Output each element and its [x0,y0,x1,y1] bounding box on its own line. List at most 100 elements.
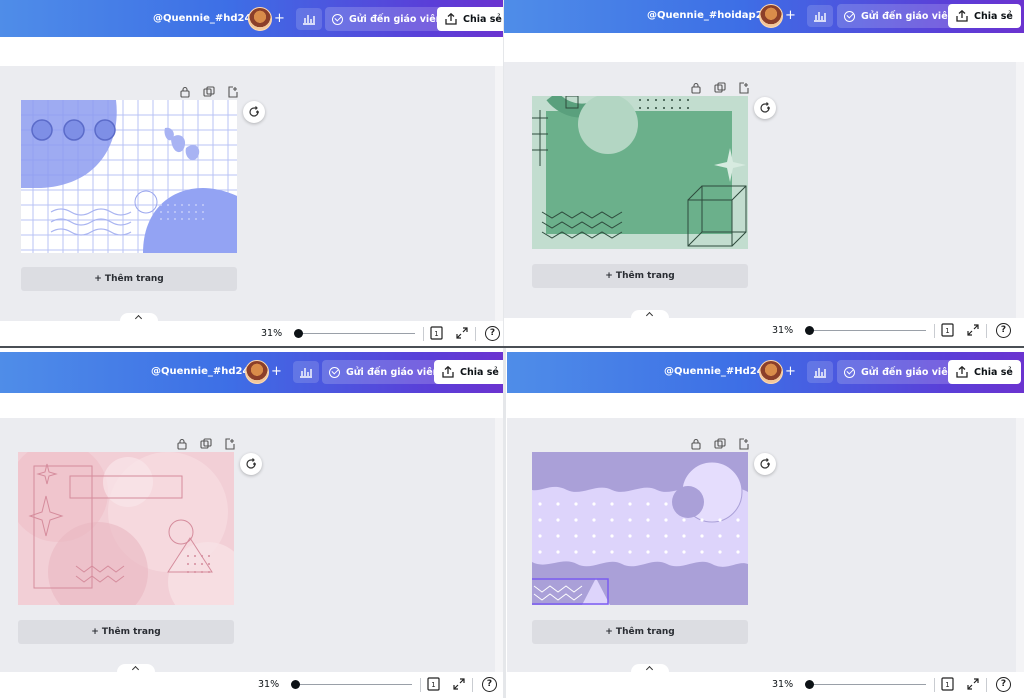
add-page-icon[interactable] [738,435,750,450]
add-page-button[interactable]: + Thêm trang [532,264,748,288]
page-count: 1 [945,327,949,335]
help-icon[interactable]: ? [996,677,1011,692]
avatar[interactable] [759,4,783,28]
zoom-slider-track[interactable] [297,333,415,334]
plus-icon[interactable]: + [785,9,796,22]
pages-icon[interactable]: 1 [941,677,954,691]
plus-icon[interactable]: + [274,12,285,25]
username-label: @Quennie_#hd247 [153,13,259,24]
refresh-icon [246,458,256,469]
canvas-area: + Thêm trang [504,62,1016,318]
add-page-icon[interactable] [227,83,239,98]
share-icon [956,366,968,378]
panel-2: @Quennie_#hoidap247 + Gửi đến giáo viên … [504,0,1024,346]
expand-icon[interactable] [967,324,979,336]
insights-icon [303,15,315,25]
design-page-green-geometric[interactable] [532,96,748,249]
zoom-slider-handle[interactable] [805,326,814,335]
zoom-slider-handle[interactable] [294,329,303,338]
design-page-lavender-waves[interactable] [532,452,748,605]
panel-1: @Quennie_#hd247 + Gửi đến giáo viên Chia… [0,0,503,346]
zoom-percentage: 31% [261,328,283,339]
top-bar: @Quennie_#Hd247 + Gửi đến giáo viên Chia… [507,352,1024,393]
expand-icon[interactable] [456,327,468,339]
help-icon[interactable]: ? [482,677,497,692]
avatar[interactable] [759,360,783,384]
send-to-teacher-button[interactable]: Gửi đến giáo viên [322,360,447,384]
share-button[interactable]: Chia sẻ [434,360,503,384]
share-label: Chia sẻ [974,10,1013,22]
collapse-toggle[interactable] [631,310,669,318]
collapse-toggle[interactable] [120,313,158,321]
lock-icon[interactable] [690,435,702,450]
zoom-slider-handle[interactable] [291,680,300,689]
insights-button[interactable] [296,8,322,30]
regenerate-button[interactable] [754,97,776,119]
insights-icon [814,368,826,378]
add-page-icon[interactable] [738,79,750,94]
collapse-toggle[interactable] [117,664,155,672]
collapse-toggle[interactable] [631,664,669,672]
share-button[interactable]: Chia sẻ [948,4,1021,28]
lock-icon[interactable] [179,83,191,98]
insights-button[interactable] [807,361,833,383]
separator [423,327,424,341]
check-circle-icon [332,13,343,25]
send-to-teacher-button[interactable]: Gửi đến giáo viên [325,7,450,31]
share-label: Chia sẻ [463,13,502,25]
regenerate-button[interactable] [754,453,776,475]
top-bar: @Quennie_#hoidap247 + Gửi đến giáo viên … [504,0,1024,33]
duplicate-icon[interactable] [200,435,212,449]
help-icon[interactable]: ? [996,323,1011,338]
zoom-slider-track[interactable] [295,684,412,685]
status-bar: 31% 1 ? [504,318,1024,344]
share-label: Chia sẻ [974,366,1013,378]
design-page-pink-watercolor[interactable] [18,452,234,605]
share-button[interactable]: Chia sẻ [948,360,1021,384]
separator [934,324,935,338]
share-button[interactable]: Chia sẻ [437,7,503,31]
plus-icon[interactable]: + [271,365,282,378]
add-page-button[interactable]: + Thêm trang [21,267,237,291]
expand-icon[interactable] [967,678,979,690]
insights-button[interactable] [807,5,833,27]
separator [420,678,421,692]
send-to-teacher-button[interactable]: Gửi đến giáo viên [837,360,962,384]
vertical-scrollbar[interactable] [1016,418,1024,672]
design-page-blue-grid[interactable] [21,100,237,253]
expand-icon[interactable] [453,678,465,690]
add-page-icon[interactable] [224,435,236,450]
help-icon[interactable]: ? [485,326,500,341]
pages-icon[interactable]: 1 [427,677,440,691]
vertical-scrollbar[interactable] [495,418,503,672]
zoom-slider-handle[interactable] [805,680,814,689]
insights-button[interactable] [293,361,319,383]
avatar[interactable] [245,360,269,384]
duplicate-icon[interactable] [714,79,726,93]
regenerate-button[interactable] [243,101,265,123]
username-label: @Quennie_#Hd247 [664,366,771,377]
status-bar: 31% 1 ? [507,672,1024,698]
avatar[interactable] [248,7,272,31]
page-tools [179,83,239,98]
share-icon [442,366,454,378]
zoom-slider-track[interactable] [809,684,926,685]
plus-icon[interactable]: + [785,365,796,378]
panel-4: @Quennie_#Hd247 + Gửi đến giáo viên Chia… [507,348,1024,698]
pages-icon[interactable]: 1 [941,323,954,337]
duplicate-icon[interactable] [714,435,726,449]
page-count: 1 [945,681,949,689]
add-page-label: + Thêm trang [605,271,675,281]
lock-icon[interactable] [690,79,702,94]
pages-icon[interactable]: 1 [430,326,443,340]
send-to-teacher-button[interactable]: Gửi đến giáo viên [837,4,962,28]
vertical-scrollbar[interactable] [1016,62,1024,318]
lock-icon[interactable] [176,435,188,450]
zoom-slider-track[interactable] [809,330,926,331]
add-page-button[interactable]: + Thêm trang [18,620,234,644]
vertical-scrollbar[interactable] [495,66,503,321]
regenerate-button[interactable] [240,453,262,475]
add-page-button[interactable]: + Thêm trang [532,620,748,644]
username-label: @Quennie_#hoidap247 [647,10,777,21]
duplicate-icon[interactable] [203,83,215,97]
